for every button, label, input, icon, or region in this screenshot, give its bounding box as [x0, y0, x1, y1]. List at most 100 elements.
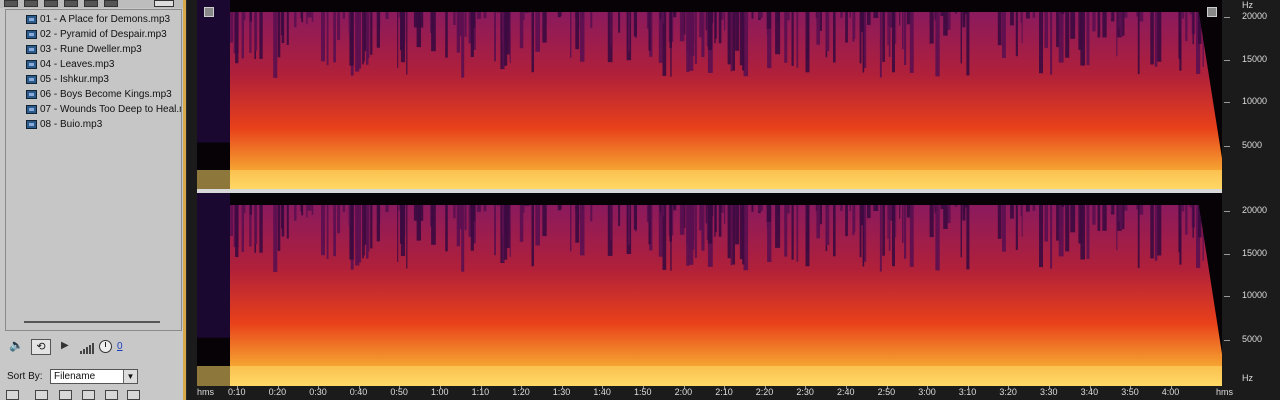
import-icon[interactable] [44, 0, 58, 7]
hz-tick: 5000 [1242, 334, 1263, 344]
time-unit-left: hms [197, 387, 215, 397]
play-button[interactable]: ▶ [61, 340, 69, 351]
audio-file-icon [26, 30, 37, 39]
settings-icon[interactable] [104, 0, 118, 7]
spectrogram-canvas [197, 193, 1222, 386]
time-tick-label: 3:20 [999, 387, 1017, 397]
file-name: 05 - Ishkur.mp3 [40, 74, 109, 85]
time-tick-label: 3:50 [1121, 387, 1139, 397]
file-item-4[interactable]: 04 - Leaves.mp3 [6, 57, 181, 72]
time-tick-label: 3:10 [958, 387, 977, 397]
volume-level-icon [80, 342, 96, 354]
file-item-3[interactable]: 03 - Rune Dweller.mp3 [6, 42, 181, 57]
hz-tick: 20000 [1242, 11, 1268, 21]
audio-file-icon [26, 90, 37, 99]
sort-value: Filename [54, 371, 96, 382]
sort-row: Sort By: Filename ▼ [0, 368, 183, 386]
hz-unit: Hz [1242, 0, 1253, 10]
files-toolbar [0, 0, 183, 8]
time-tick-label: 0:50 [390, 387, 408, 397]
file-item-2[interactable]: 02 - Pyramid of Despair.mp3 [6, 27, 181, 42]
file-name: 08 - Buio.mp3 [40, 119, 103, 130]
hz-tick: 5000 [1242, 140, 1263, 150]
hz-tick: 10000 [1242, 96, 1268, 106]
channel-right-spectrogram[interactable] [197, 193, 1222, 386]
time-tick-label: 3:40 [1080, 387, 1099, 397]
zoom-out-icon[interactable] [1207, 7, 1217, 17]
hz-tick: 15000 [1242, 54, 1268, 64]
spectrogram-canvas [197, 0, 1222, 190]
hz-tick: 10000 [1242, 290, 1268, 300]
audio-file-icon [26, 120, 37, 129]
time-tick-label: 4:00 [1161, 387, 1180, 397]
autoplay-icon[interactable] [64, 0, 78, 7]
audio-file-icon [26, 75, 37, 84]
time-tick-label: 0:30 [309, 387, 327, 397]
frequency-scale-bottom: 20000 15000 10000 5000 Hz [1222, 193, 1280, 386]
time-tick-label: 0:40 [349, 387, 368, 397]
volume-value[interactable]: 0 [117, 341, 123, 352]
search-icon[interactable] [105, 390, 118, 400]
audio-file-icon [26, 60, 37, 69]
file-item-7[interactable]: 07 - Wounds Too Deep to Heal.mp3 [6, 102, 181, 117]
file-name: 02 - Pyramid of Despair.mp3 [40, 29, 167, 40]
hz-tick: 20000 [1242, 205, 1268, 215]
time-tick-label: 2:10 [715, 387, 733, 397]
skip-back-icon[interactable] [35, 390, 48, 400]
playback-controls: 🔈 ⟲ ▶ 0 [0, 334, 183, 360]
file-item-8[interactable]: 08 - Buio.mp3 [6, 117, 181, 132]
sort-select[interactable]: Filename ▼ [50, 369, 138, 384]
volume-knob[interactable] [99, 340, 112, 353]
bottom-toolbar [6, 390, 146, 400]
file-name: 06 - Boys Become Kings.mp3 [40, 89, 172, 100]
time-tick-label: 1:30 [552, 387, 571, 397]
time-ruler[interactable]: hms hms 0:10 0:20 0:30 0:40 0:50 1:00 1:10 1:20… [197, 386, 1280, 400]
time-tick-label: 1:10 [471, 387, 490, 397]
time-unit-right: hms [1216, 387, 1234, 397]
time-tick-label: 2:40 [837, 387, 855, 397]
time-tick-label: 1:40 [593, 387, 611, 397]
time-tick-label: 1:50 [634, 387, 652, 397]
horizontal-scrollbar[interactable] [24, 321, 160, 323]
pause-icon[interactable] [82, 390, 95, 400]
time-tick-label: 1:00 [431, 387, 449, 397]
time-tick-label: 2:20 [755, 387, 774, 397]
time-tick-label: 2:00 [674, 387, 693, 397]
time-tick-label: 3:30 [1040, 387, 1058, 397]
spectral-view: Hz 20000 15000 10000 5000 20000 15000 10… [187, 0, 1280, 400]
file-name: 07 - Wounds Too Deep to Heal.mp3 [40, 104, 181, 115]
files-panel: 01 - A Place for Demons.mp3 02 - Pyramid… [0, 0, 186, 400]
time-tick-label: 0:10 [228, 387, 246, 397]
cd-icon[interactable] [127, 390, 140, 400]
file-name: 03 - Rune Dweller.mp3 [40, 44, 142, 55]
frequency-scale-top: Hz 20000 15000 10000 5000 [1222, 0, 1280, 190]
chevron-down-icon[interactable]: ▼ [123, 370, 137, 383]
time-tick-label: 2:50 [877, 387, 896, 397]
file-item-6[interactable]: 06 - Boys Become Kings.mp3 [6, 87, 181, 102]
speaker-icon[interactable]: 🔈 [9, 338, 24, 352]
audio-file-icon [26, 45, 37, 54]
file-name: 04 - Leaves.mp3 [40, 59, 115, 70]
channel-left-spectrogram[interactable] [197, 0, 1222, 190]
file-item-5[interactable]: 05 - Ishkur.mp3 [6, 72, 181, 87]
open-file-icon[interactable] [4, 0, 18, 7]
time-tick-label: 1:20 [512, 387, 530, 397]
audio-file-icon [26, 15, 37, 24]
audio-file-icon [26, 105, 37, 114]
file-item-1[interactable]: 01 - A Place for Demons.mp3 [6, 12, 181, 27]
time-tick-label: 3:00 [918, 387, 936, 397]
record-icon[interactable] [6, 390, 19, 400]
preview-icon[interactable] [84, 0, 98, 7]
file-name: 01 - A Place for Demons.mp3 [40, 14, 171, 25]
zoom-in-icon[interactable] [204, 7, 214, 17]
stop-icon[interactable] [59, 390, 72, 400]
close-file-icon[interactable] [24, 0, 38, 7]
loop-button[interactable]: ⟲ [31, 339, 51, 355]
menu-button[interactable] [154, 0, 174, 7]
time-tick-label: 2:30 [796, 387, 814, 397]
sort-label: Sort By: [7, 371, 43, 382]
hz-unit: Hz [1242, 373, 1253, 383]
file-list: 01 - A Place for Demons.mp3 02 - Pyramid… [5, 9, 182, 331]
time-tick-label: 0:20 [268, 387, 287, 397]
hz-tick: 15000 [1242, 248, 1268, 258]
